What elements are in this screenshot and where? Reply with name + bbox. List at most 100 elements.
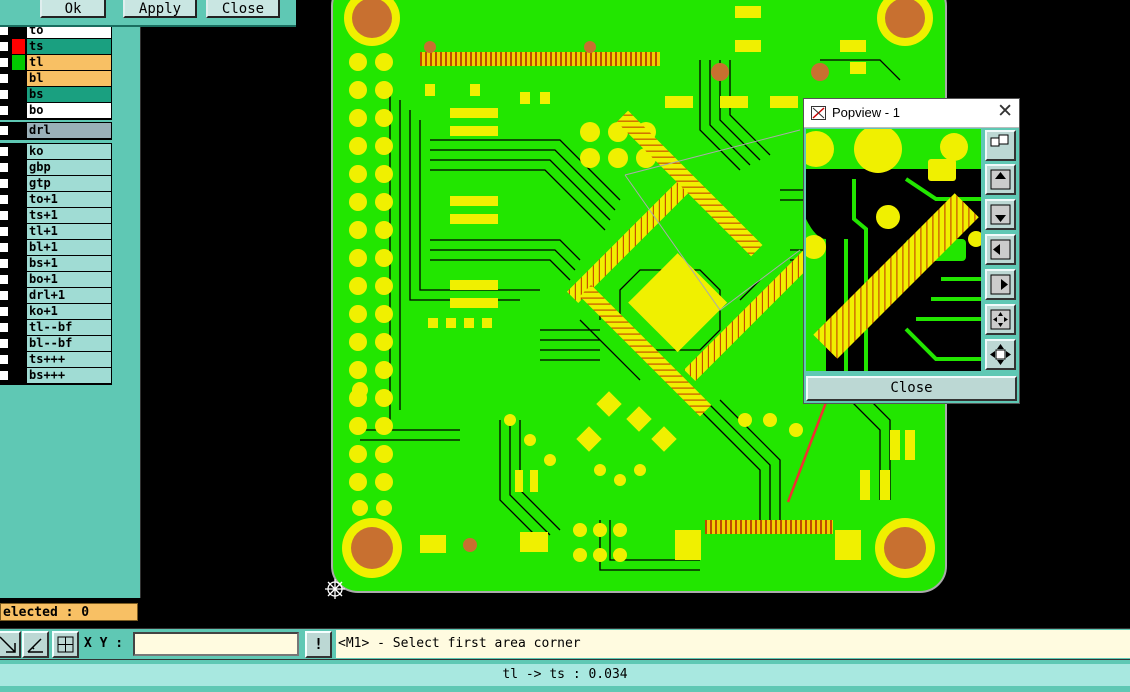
layer-row-bo[interactable]: bo (0, 103, 111, 118)
close-button[interactable]: Close (206, 0, 280, 18)
layer-checkbox[interactable] (0, 162, 9, 173)
layer-panel: to ts tl bl bs bo drl ko gbp gtp to+1 ts+1 tl+1 bl+… (0, 0, 141, 621)
zoom-out-icon[interactable] (985, 339, 1016, 370)
layer-name: ko (27, 144, 111, 159)
layer-color-swatch[interactable] (12, 240, 25, 255)
layer-name: bs+++ (27, 368, 111, 383)
layer-color-swatch[interactable] (12, 103, 25, 118)
layer-checkbox[interactable] (0, 178, 9, 189)
layer-color-swatch[interactable] (12, 123, 25, 138)
layer-color-swatch[interactable] (12, 320, 25, 335)
layer-checkbox[interactable] (0, 41, 9, 52)
popview-close-button[interactable]: Close (806, 376, 1017, 401)
layer-color-swatch[interactable] (12, 304, 25, 319)
layer-checkbox[interactable] (0, 306, 9, 317)
layer-name: bl+1 (27, 240, 111, 255)
layer-row-bs+++[interactable]: bs+++ (0, 368, 111, 383)
layer-checkbox[interactable] (0, 125, 9, 136)
layer-color-swatch[interactable] (12, 336, 25, 351)
layer-row-bl+1[interactable]: bl+1 (0, 240, 111, 255)
popview-title-bar[interactable]: Popview - 1 ✕ (804, 99, 1019, 128)
layer-checkbox[interactable] (0, 242, 9, 253)
layer-color-swatch[interactable] (12, 208, 25, 223)
pan-down-icon[interactable] (985, 199, 1016, 230)
layer-row-tl--bf[interactable]: tl--bf (0, 320, 111, 335)
layer-color-swatch[interactable] (12, 368, 25, 383)
grid-icon[interactable] (52, 631, 79, 658)
layer-name: ts+1 (27, 208, 111, 223)
pan-right-icon[interactable] (985, 269, 1016, 300)
layer-row-gtp[interactable]: gtp (0, 176, 111, 191)
layer-row-bs+1[interactable]: bs+1 (0, 256, 111, 271)
layer-checkbox[interactable] (0, 354, 9, 365)
pan-up-icon[interactable] (985, 164, 1016, 195)
layer-name: tl (27, 55, 111, 70)
layer-checkbox[interactable] (0, 210, 9, 221)
layer-row-ts+1[interactable]: ts+1 (0, 208, 111, 223)
layer-checkbox[interactable] (0, 57, 9, 68)
layer-row-tl[interactable]: tl (0, 55, 111, 70)
layer-color-swatch[interactable] (12, 160, 25, 175)
layer-color-swatch[interactable] (12, 39, 25, 54)
layer-checkbox[interactable] (0, 338, 9, 349)
zoom-fit-icon[interactable] (985, 130, 1016, 161)
layer-checkbox[interactable] (0, 274, 9, 285)
close-icon[interactable]: ✕ (997, 101, 1013, 123)
layer-color-swatch[interactable] (12, 55, 25, 70)
layer-checkbox[interactable] (0, 322, 9, 333)
layer-row-ts[interactable]: ts (0, 39, 111, 54)
layer-checkbox[interactable] (0, 89, 9, 100)
layer-color-swatch[interactable] (12, 176, 25, 191)
layer-color-swatch[interactable] (12, 71, 25, 86)
zoom-in-icon[interactable] (985, 304, 1016, 335)
layer-color-swatch[interactable] (12, 272, 25, 287)
layer-row-ko+1[interactable]: ko+1 (0, 304, 111, 319)
layer-list-primary: to ts tl bl bs bo (0, 22, 112, 120)
popview-window: Popview - 1 ✕ Close (803, 98, 1020, 404)
layer-row-bs[interactable]: bs (0, 87, 111, 102)
layer-name: ko+1 (27, 304, 111, 319)
layer-row-drl+1[interactable]: drl+1 (0, 288, 111, 303)
bottom-connector (705, 520, 833, 534)
layer-row-bo+1[interactable]: bo+1 (0, 272, 111, 287)
layer-checkbox[interactable] (0, 146, 9, 157)
layer-checkbox[interactable] (0, 73, 9, 84)
message-button[interactable]: ! (305, 631, 332, 658)
measure-icon[interactable] (22, 631, 49, 658)
layer-name: to+1 (27, 192, 111, 207)
layer-name: drl (27, 123, 111, 138)
layer-checkbox[interactable] (0, 370, 9, 381)
layer-checkbox[interactable] (0, 105, 9, 116)
layer-row-to+1[interactable]: to+1 (0, 192, 111, 207)
layer-color-swatch[interactable] (12, 192, 25, 207)
ok-button[interactable]: Ok (40, 0, 106, 18)
layer-row-gbp[interactable]: gbp (0, 160, 111, 175)
layer-name: bl--bf (27, 336, 111, 351)
layer-row-tl+1[interactable]: tl+1 (0, 224, 111, 239)
layer-color-swatch[interactable] (12, 144, 25, 159)
layer-color-swatch[interactable] (12, 87, 25, 102)
layer-checkbox[interactable] (0, 290, 9, 301)
layer-row-ts+++[interactable]: ts+++ (0, 352, 111, 367)
layer-name: gbp (27, 160, 111, 175)
layer-checkbox[interactable] (0, 194, 9, 205)
layer-color-swatch[interactable] (12, 288, 25, 303)
snap-angle-icon[interactable] (0, 631, 21, 658)
layer-color-swatch[interactable] (12, 224, 25, 239)
layer-row-bl[interactable]: bl (0, 71, 111, 86)
layer-row-drl[interactable]: drl (0, 123, 111, 138)
pan-left-icon[interactable] (985, 234, 1016, 265)
layer-row-ko[interactable]: ko (0, 144, 111, 159)
layer-row-bl--bf[interactable]: bl--bf (0, 336, 111, 351)
layer-color-swatch[interactable] (12, 352, 25, 367)
command-prompt: <M1> - Select first area corner (336, 630, 1130, 658)
layer-list-drill: drl (0, 122, 112, 140)
layer-checkbox[interactable] (0, 258, 9, 269)
layer-color-swatch[interactable] (12, 256, 25, 271)
xy-coordinate-input[interactable] (133, 632, 299, 656)
command-bar: X Y : ! <M1> - Select first area corner (0, 628, 1130, 659)
layer-name: tl+1 (27, 224, 111, 239)
popview-zoom-canvas[interactable] (806, 129, 981, 371)
apply-button[interactable]: Apply (123, 0, 197, 18)
layer-checkbox[interactable] (0, 226, 9, 237)
